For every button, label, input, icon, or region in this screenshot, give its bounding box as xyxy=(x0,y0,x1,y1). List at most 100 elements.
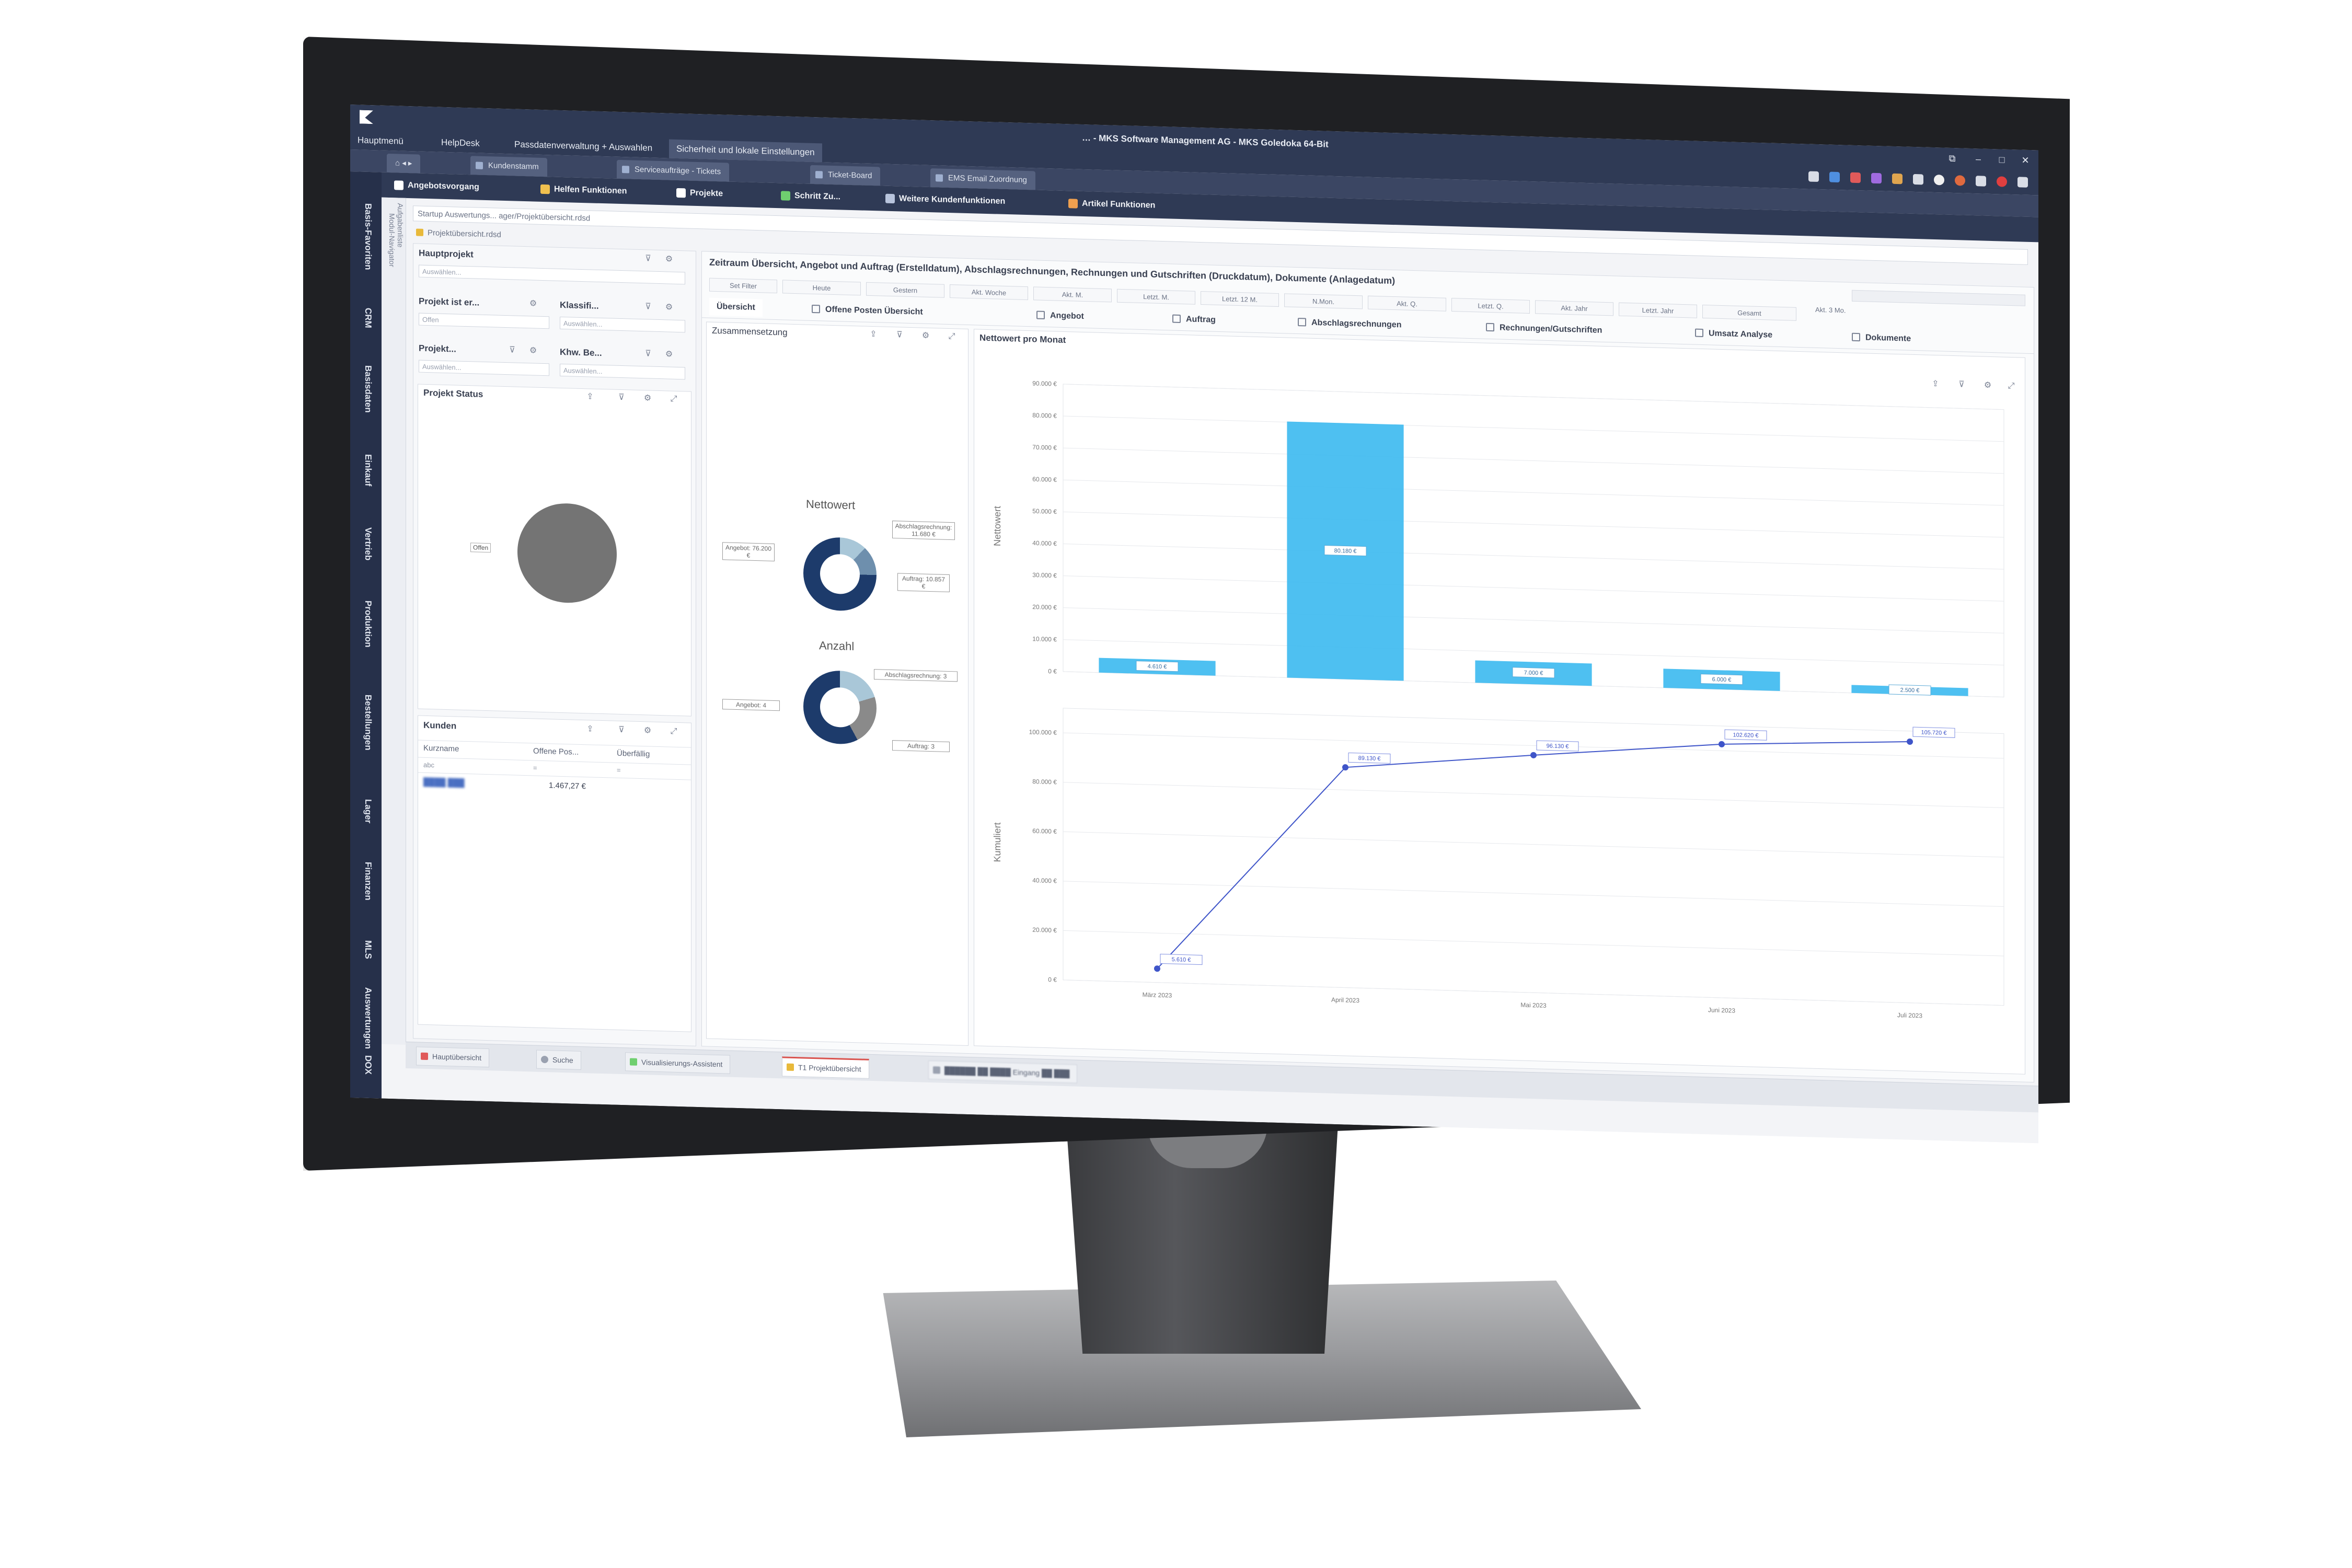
maximize-icon[interactable]: □ xyxy=(1994,154,2010,167)
rail-basis-favoriten[interactable]: Basis-Favoriten xyxy=(358,203,373,270)
rail-basisdaten[interactable]: Basisdaten xyxy=(358,365,373,413)
rtab-auftrag[interactable]: Auftrag xyxy=(1172,310,1216,329)
filter-clear-icon[interactable]: ⊽ xyxy=(895,330,904,340)
btab-suche[interactable]: Suche xyxy=(536,1050,581,1070)
btab-projektuebersicht[interactable]: T1 Projektübersicht xyxy=(782,1056,869,1079)
rail-vertrieb[interactable]: Vertrieb xyxy=(358,527,373,560)
status-pie-chart[interactable] xyxy=(517,502,617,604)
nettowert-bar-chart[interactable]: 0 € 10.000 € 20.000 € 30.000 € 40.000 € 50.00… xyxy=(979,366,2014,719)
menu-tab-hauptmenue[interactable]: Hauptmenü xyxy=(350,131,411,151)
rtab-angebot[interactable]: Angebot xyxy=(1036,307,1084,326)
khw-be-select[interactable]: Auswählen... xyxy=(560,364,685,379)
export-icon[interactable]: ⇪ xyxy=(585,724,595,734)
filter-clear-icon[interactable]: ⊽ xyxy=(643,349,653,359)
period-gestern[interactable]: Gestern xyxy=(866,282,944,298)
task-icon[interactable] xyxy=(1892,174,1903,185)
rail-einkauf[interactable]: Einkauf xyxy=(358,454,373,486)
rtab-offene-posten[interactable]: Offene Posten Übersicht xyxy=(812,301,923,321)
power-icon[interactable] xyxy=(1997,176,2007,187)
rail-produktion[interactable]: Produktion xyxy=(358,600,373,648)
filter-settings-icon[interactable]: ⚙ xyxy=(664,303,674,312)
user-icon[interactable] xyxy=(1829,172,1840,183)
period-gesamt[interactable]: Gesamt xyxy=(1702,305,1796,321)
period-akt-m[interactable]: Akt. M. xyxy=(1033,286,1112,302)
filter-settings-icon[interactable]: ⚙ xyxy=(1983,381,1992,390)
klassifi-select[interactable]: Auswählen... xyxy=(560,317,685,332)
filter-cell[interactable]: = xyxy=(617,766,621,774)
filter-clear-icon[interactable]: ⊽ xyxy=(617,725,626,735)
close-icon[interactable]: ✕ xyxy=(2017,155,2033,168)
filter-clear-icon[interactable]: ⊽ xyxy=(1957,380,1966,389)
customer-name-cell[interactable]: ████ ███ xyxy=(423,778,465,788)
btab-hidden-document[interactable]: ██████ ██ ████ Eingang ██ ███ xyxy=(928,1060,1077,1083)
export-icon[interactable]: ⇪ xyxy=(585,392,595,401)
btab-visualisierungs-assistent[interactable]: Visualisierungs-Assistent xyxy=(625,1052,730,1074)
projekte-button[interactable]: Projekte xyxy=(674,186,723,202)
rail-finanzen[interactable]: Finanzen xyxy=(358,861,373,900)
filter-settings-icon[interactable]: ⚙ xyxy=(921,331,930,341)
rtab-rechnungen[interactable]: Rechnungen/Gutschriften xyxy=(1486,319,1602,340)
filter-settings-icon[interactable]: ⚙ xyxy=(664,350,674,359)
nav-aufgabenliste[interactable]: Aufgabenliste xyxy=(396,203,405,247)
rail-crm[interactable]: CRM xyxy=(358,307,373,328)
fullscreen-icon[interactable]: ⤢ xyxy=(669,395,678,404)
rail-dox[interactable]: DOX xyxy=(358,1055,373,1075)
rtab-abschlagsrechnungen[interactable]: Abschlagsrechnungen xyxy=(1298,314,1401,334)
filter-settings-icon[interactable]: ⚙ xyxy=(643,394,652,403)
filter-clear-icon[interactable]: ⊽ xyxy=(643,302,653,312)
doc-tab-ticket-board[interactable]: Ticket-Board xyxy=(810,165,880,186)
period-akt-q[interactable]: Akt. Q. xyxy=(1368,296,1446,312)
rail-lager[interactable]: Lager xyxy=(358,799,373,823)
period-set-filter[interactable]: Set Filter xyxy=(709,278,777,294)
helfen-funktionen-button[interactable]: Helfen Funktionen xyxy=(538,182,627,199)
artikel-funktionen-button[interactable]: Artikel Funktionen xyxy=(1066,196,1155,213)
period-akt-woche[interactable]: Akt. Woche xyxy=(950,284,1028,300)
schritt-zu-button[interactable]: Schritt Zu... xyxy=(779,188,840,204)
nettowert-donut-chart[interactable] xyxy=(803,536,877,612)
rtab-dokumente[interactable]: Dokumente xyxy=(1852,329,1911,348)
report-icon-strip[interactable] xyxy=(1852,290,2025,306)
rtab-umsatz-analyse[interactable]: Umsatz Analyse xyxy=(1695,325,1772,344)
home-tab[interactable]: ⌂ ◂ ▸ xyxy=(387,154,420,174)
filter-settings-icon[interactable]: ⚙ xyxy=(664,255,674,264)
fullscreen-icon[interactable]: ⤢ xyxy=(947,332,956,341)
fullscreen-icon[interactable]: ⤢ xyxy=(2007,382,2016,391)
angebotsvorgang-button[interactable]: Angebotsvorgang xyxy=(392,178,479,195)
gear-icon[interactable] xyxy=(1976,176,1986,187)
rail-auswertungen[interactable]: Auswertungen xyxy=(358,987,373,1049)
phone-icon[interactable] xyxy=(2017,177,2028,188)
col-kurzname[interactable]: Kurzname xyxy=(423,744,459,754)
period-letzt-jahr[interactable]: Letzt. Jahr xyxy=(1619,303,1697,318)
export-icon[interactable]: ⇪ xyxy=(869,330,878,339)
filter-settings-icon[interactable]: ⚙ xyxy=(528,346,538,355)
filter-clear-icon[interactable]: ⊽ xyxy=(643,254,653,263)
filter-clear-icon[interactable]: ⊽ xyxy=(508,345,517,355)
kumuliert-line-chart[interactable]: 0 € 20.000 € 40.000 € 60.000 € 80.000 € 100.0… xyxy=(979,696,2014,1058)
period-letzt-q[interactable]: Letzt. Q. xyxy=(1451,298,1530,314)
export-icon[interactable]: ⇪ xyxy=(1931,379,1940,389)
hauptprojekt-select[interactable]: Auswählen... xyxy=(419,265,685,285)
minimize-icon[interactable]: – xyxy=(1970,154,1986,167)
filter-clear-icon[interactable]: ⊽ xyxy=(617,393,626,402)
help-icon[interactable] xyxy=(1934,175,1944,186)
filter-settings-icon[interactable]: ⚙ xyxy=(528,299,538,308)
period-akt-jahr[interactable]: Akt. Jahr xyxy=(1535,300,1613,316)
sub-tab-projektuebersicht[interactable]: Projektübersicht.rdsd xyxy=(413,225,501,243)
period-letzt-m[interactable]: Letzt. M. xyxy=(1117,289,1195,305)
weitere-kundenfunktionen-button[interactable]: Weitere Kundenfunktionen xyxy=(883,191,1005,209)
calendar-icon[interactable] xyxy=(1871,173,1882,184)
filter-cell[interactable]: abc xyxy=(423,761,434,769)
rail-mls[interactable]: MLS xyxy=(358,940,373,959)
nav-modul-navigator[interactable]: Modul-Navigator xyxy=(388,213,396,267)
projekt2-select[interactable]: Auswählen... xyxy=(419,360,549,376)
chat-icon[interactable] xyxy=(1808,171,1819,182)
period-heute[interactable]: Heute xyxy=(782,280,861,295)
doc-tab-ems-email[interactable]: EMS Email Zuordnung xyxy=(930,168,1035,190)
projekt-ist-er-select[interactable]: Offen xyxy=(419,313,549,329)
menu-tab-helpdesk[interactable]: HelpDesk xyxy=(434,133,487,153)
col-ueberfaellig[interactable]: Überfällig xyxy=(617,749,650,759)
doc-tab-serviceauftraege[interactable]: Serviceaufträge - Tickets xyxy=(617,160,729,182)
btab-hauptuebersicht[interactable]: Hauptübersicht xyxy=(416,1046,489,1067)
period-n-mon[interactable]: N.Mon. xyxy=(1284,293,1363,309)
mail-icon[interactable] xyxy=(1850,172,1861,183)
